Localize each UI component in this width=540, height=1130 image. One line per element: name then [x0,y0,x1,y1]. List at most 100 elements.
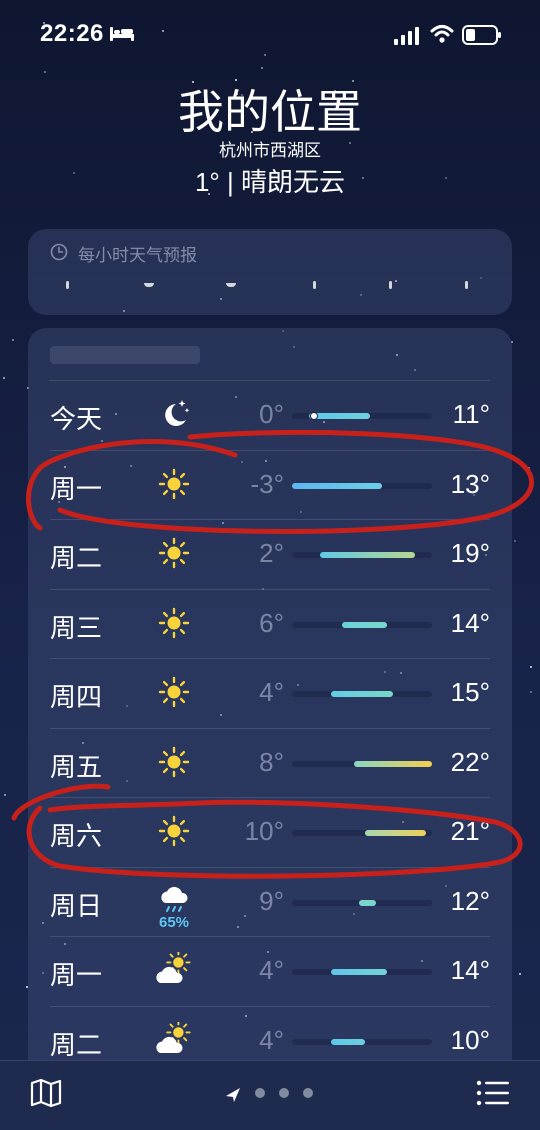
bed-icon [110,27,134,41]
temp-range-bar [331,969,388,975]
list-icon[interactable] [476,1079,510,1107]
temp-range-track [292,552,432,558]
battery-icon [462,25,501,45]
temp-range-track [292,969,432,975]
star [44,71,46,73]
temp-range-track [292,621,432,628]
temp-range-track [292,899,432,906]
low-temp: 4° [259,1024,284,1055]
low-temp: 2° [259,538,284,568]
daily-forecast-row[interactable]: 周五 8° 22° [28,727,512,797]
page-dot [255,1088,265,1098]
star [12,339,14,341]
temp-range-bar [292,482,382,489]
temp-range-track [292,482,432,489]
hourly-forecast-card[interactable]: 每小时天气预报 [28,229,512,315]
row-divider [50,658,490,659]
sun-icon [158,815,190,847]
day-label: 周一 [50,960,103,990]
temp-range-bar [364,830,427,836]
map-icon[interactable] [30,1078,62,1108]
precipitation-chance: 65% [158,913,190,931]
status-bar: 22:26 [0,0,540,70]
temp-range-bar [308,413,371,419]
day-label: 周四 [50,682,103,712]
daily-forecast-row[interactable]: 周日 65% 9° 12° [28,866,512,936]
low-temp: -3° [250,468,284,499]
day-label: 周二 [50,1029,103,1060]
high-temp: 22° [450,746,490,777]
high-temp: 10° [450,1024,490,1055]
temp-range-bar [331,691,393,697]
temp-range-bar [359,899,376,906]
high-temp: 21° [450,816,490,846]
high-temp: 19° [450,538,490,568]
temp-range-track [292,830,432,836]
current-conditions: 1° | 晴朗无云 [194,167,346,197]
day-label: 周六 [50,821,103,851]
hourly-tick [66,281,69,289]
row-divider [50,936,490,937]
star [528,467,530,469]
row-divider [50,380,490,381]
day-label: 周三 [50,612,103,643]
low-temp: 9° [259,885,284,916]
temp-range-track [292,691,432,697]
daily-forecast-row[interactable]: 周二 4° 10° [28,1005,512,1069]
partly-sunny-icon [156,1021,191,1053]
star [530,691,532,693]
day-label: 今天 [50,404,103,434]
page-dot [303,1088,313,1098]
temp-range-bar [353,760,432,767]
star [530,666,532,668]
sun-icon [158,468,190,499]
bottom-toolbar [0,1060,540,1130]
star [514,540,516,542]
daily-forecast-row[interactable]: 今天 0° 11° [28,380,512,449]
moon-stars-icon [165,400,190,426]
daily-forecast-row[interactable]: 周三 6° 14° [28,588,512,658]
sun-icon [158,676,190,708]
page-dot [279,1088,289,1098]
daily-forecast-header [50,346,200,364]
row-divider [50,588,490,590]
hourly-forecast-label: 每小时天气预报 [78,246,197,265]
temp-range-track [292,760,432,767]
day-label: 周五 [50,751,103,782]
low-temp: 4° [259,677,284,707]
daily-forecast-card[interactable]: 今天 0° 11° 周一 -3° 13° 周二 2° 19° 周三 6° 14° 周四 4° 15° 周五 8°… [28,328,512,1068]
status-time: 22:26 [40,20,104,47]
location-title: 我的位置 [178,86,362,138]
page-indicator[interactable] [224,1083,324,1103]
temp-range-track [292,1038,432,1045]
daily-forecast-row[interactable]: 周一 -3° 13° [28,449,512,519]
temp-range-bar [331,1038,365,1045]
high-temp: 15° [450,677,490,707]
daily-forecast-row[interactable]: 周一 4° 14° [28,936,512,1005]
sun-icon [158,607,190,638]
sun-icon [158,537,190,569]
daily-forecast-row[interactable]: 周六 10° 21° [28,797,512,866]
daily-forecast-row[interactable]: 周四 4° 15° [28,658,512,727]
cellular-signal-icon [394,27,419,45]
wifi-icon [430,25,454,43]
low-temp: 0° [259,399,284,429]
hourly-tick [144,283,154,287]
star [3,377,5,379]
high-temp: 14° [450,955,490,985]
low-temp: 8° [259,746,284,777]
row-divider [50,1005,490,1007]
location-subtitle: 杭州市西湖区 [219,141,321,160]
temp-range-track [292,412,432,420]
low-temp: 6° [259,607,284,638]
location-arrow-icon [226,1088,240,1102]
day-label: 周二 [50,543,103,573]
hourly-tick [389,281,392,289]
hourly-tick [465,281,468,289]
day-label: 周一 [50,473,103,504]
low-temp: 4° [259,955,284,985]
row-divider [50,727,490,729]
hourly-tick [313,281,316,289]
daily-forecast-row[interactable]: 周二 2° 19° [28,519,512,588]
star [519,973,521,975]
